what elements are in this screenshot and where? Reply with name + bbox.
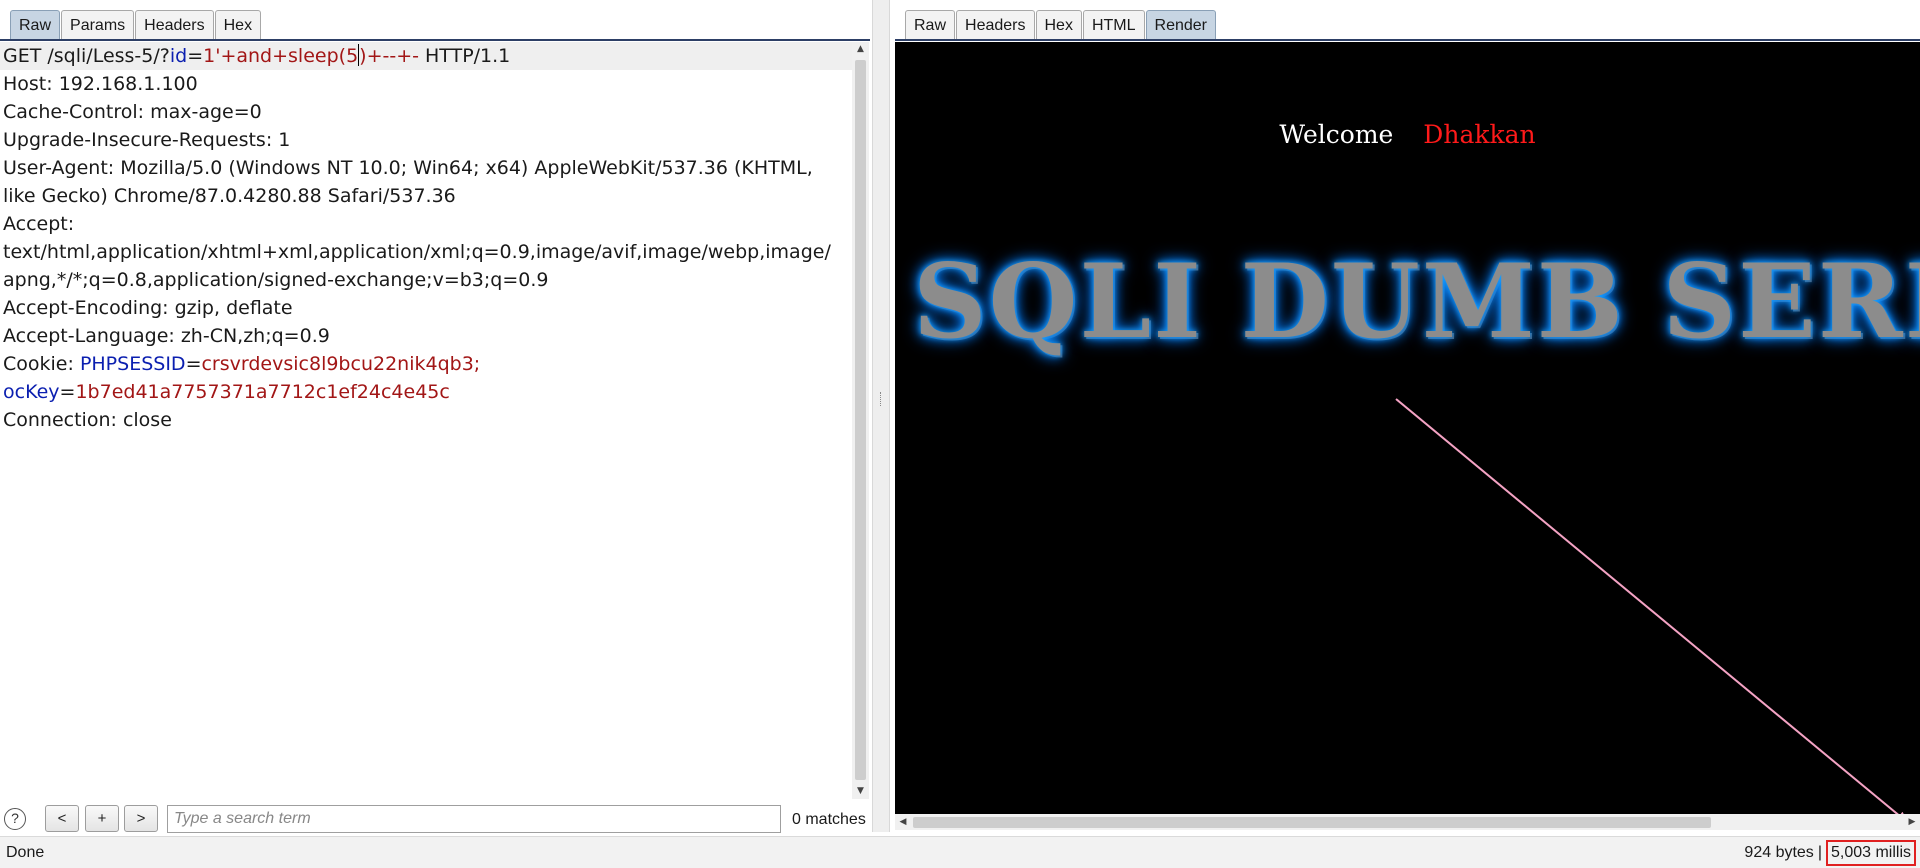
scroll-down-icon[interactable]: ▼ [852,784,869,799]
pane-splitter[interactable] [872,0,890,832]
request-pane: Raw Params Headers Hex GET /sqli/Less-5/… [0,0,872,833]
http-version: HTTP/1.1 [418,45,511,67]
request-tabbar: Raw Params Headers Hex [10,9,262,40]
scroll-right-icon[interactable]: ▶ [1904,814,1920,830]
response-tabbar: Raw Headers Hex HTML Render [905,9,1217,40]
response-stats: 924 bytes | 5,003 millis [1744,840,1916,866]
header-upgrade-insecure: Upgrade-Insecure-Requests: 1 [3,129,291,151]
rendered-response: Welcome Dhakkan SQLI DUMB SERIES [895,42,1920,814]
request-vertical-scrollbar[interactable]: ▲ ▼ [852,42,869,799]
response-tab-render[interactable]: Render [1145,10,1216,40]
request-editor[interactable]: GET /sqli/Less-5/?id=1'+and+sleep(5)+--+… [0,42,852,797]
status-bar: Done 924 bytes | 5,003 millis [0,836,1920,868]
response-tab-underline [895,39,1920,41]
cookie-value: 1b7ed41a7757371a7712c1ef24c4e45c [75,381,450,403]
request-tab-raw[interactable]: Raw [10,10,61,40]
scroll-up-icon[interactable]: ▲ [852,42,869,57]
request-method-path: GET /sqli/Less-5/? [3,45,170,67]
header-cookie: Cookie: PHPSESSID=crsvrdevsic8l9bcu22nik… [0,350,852,378]
cookie-eq: = [185,353,202,375]
cookie-eq: = [59,381,76,403]
next-match-button[interactable]: > [124,805,158,832]
search-options-button[interactable]: + [85,805,119,832]
cookie-label: Cookie: [3,353,80,375]
annotation-arrow-icon [1395,398,1909,814]
header-host: Host: 192.168.1.100 [3,73,198,95]
query-param-eq: = [187,45,204,67]
cookie-value: crsvrdevsic8l9bcu22nik4qb3; [201,353,481,375]
header-accept-language: Accept-Language: zh-CN,zh;q=0.9 [3,325,330,347]
scroll-thumb[interactable] [855,60,866,780]
response-tab-html[interactable]: HTML [1082,10,1145,40]
previous-match-button[interactable]: < [45,805,79,832]
query-param-name: id [169,45,188,67]
header-user-agent: User-Agent: Mozilla/5.0 (Windows NT 10.0… [3,157,813,179]
response-tab-hex[interactable]: Hex [1035,10,1082,40]
response-size: 924 bytes [1744,844,1814,861]
header-cookie-cont: ocKey=1b7ed41a7757371a7712c1ef24c4e45c [0,378,852,406]
request-tab-hex[interactable]: Hex [214,10,262,40]
request-tab-underline [0,39,870,41]
cookie-name: PHPSESSID [79,353,186,375]
status-text: Done [6,844,45,861]
splitter-grip-icon[interactable] [880,392,882,406]
query-param-value-rest: )+--+- [359,45,419,67]
query-param-value: 1'+and+sleep(5 [203,45,359,67]
scroll-left-icon[interactable]: ◀ [895,814,911,830]
header-accept-encoding: Accept-Encoding: gzip, deflate [3,297,293,319]
request-line: GET /sqli/Less-5/?id=1'+and+sleep(5)+--+… [0,42,852,70]
response-horizontal-scrollbar[interactable]: ◀ ▶ [895,814,1920,830]
cookie-name: ocKey [3,381,60,403]
response-time: 5,003 millis [1825,840,1916,866]
search-bar: ? < + > 0 matches [0,799,872,839]
response-tab-raw[interactable]: Raw [905,10,956,40]
header-accept-value: text/html,application/xhtml+xml,applicat… [3,241,831,263]
header-accept-value-cont: apng,*/*;q=0.8,application/signed-exchan… [3,269,549,291]
header-cache-control: Cache-Control: max-age=0 [3,101,262,123]
search-input[interactable] [167,805,781,833]
header-connection: Connection: close [3,409,172,431]
request-tab-headers[interactable]: Headers [135,10,214,40]
help-icon[interactable]: ? [4,808,26,830]
header-user-agent-cont: like Gecko) Chrome/87.0.4280.88 Safari/5… [3,185,456,207]
response-tab-headers[interactable]: Headers [956,10,1035,40]
response-pane: Raw Headers Hex HTML Render Welcome Dhak… [890,0,1920,832]
status-separator: | [1817,844,1822,861]
header-accept: Accept: [3,213,75,235]
match-count: 0 matches [792,811,866,828]
scroll-thumb[interactable] [913,817,1711,828]
request-tab-params[interactable]: Params [61,10,135,40]
